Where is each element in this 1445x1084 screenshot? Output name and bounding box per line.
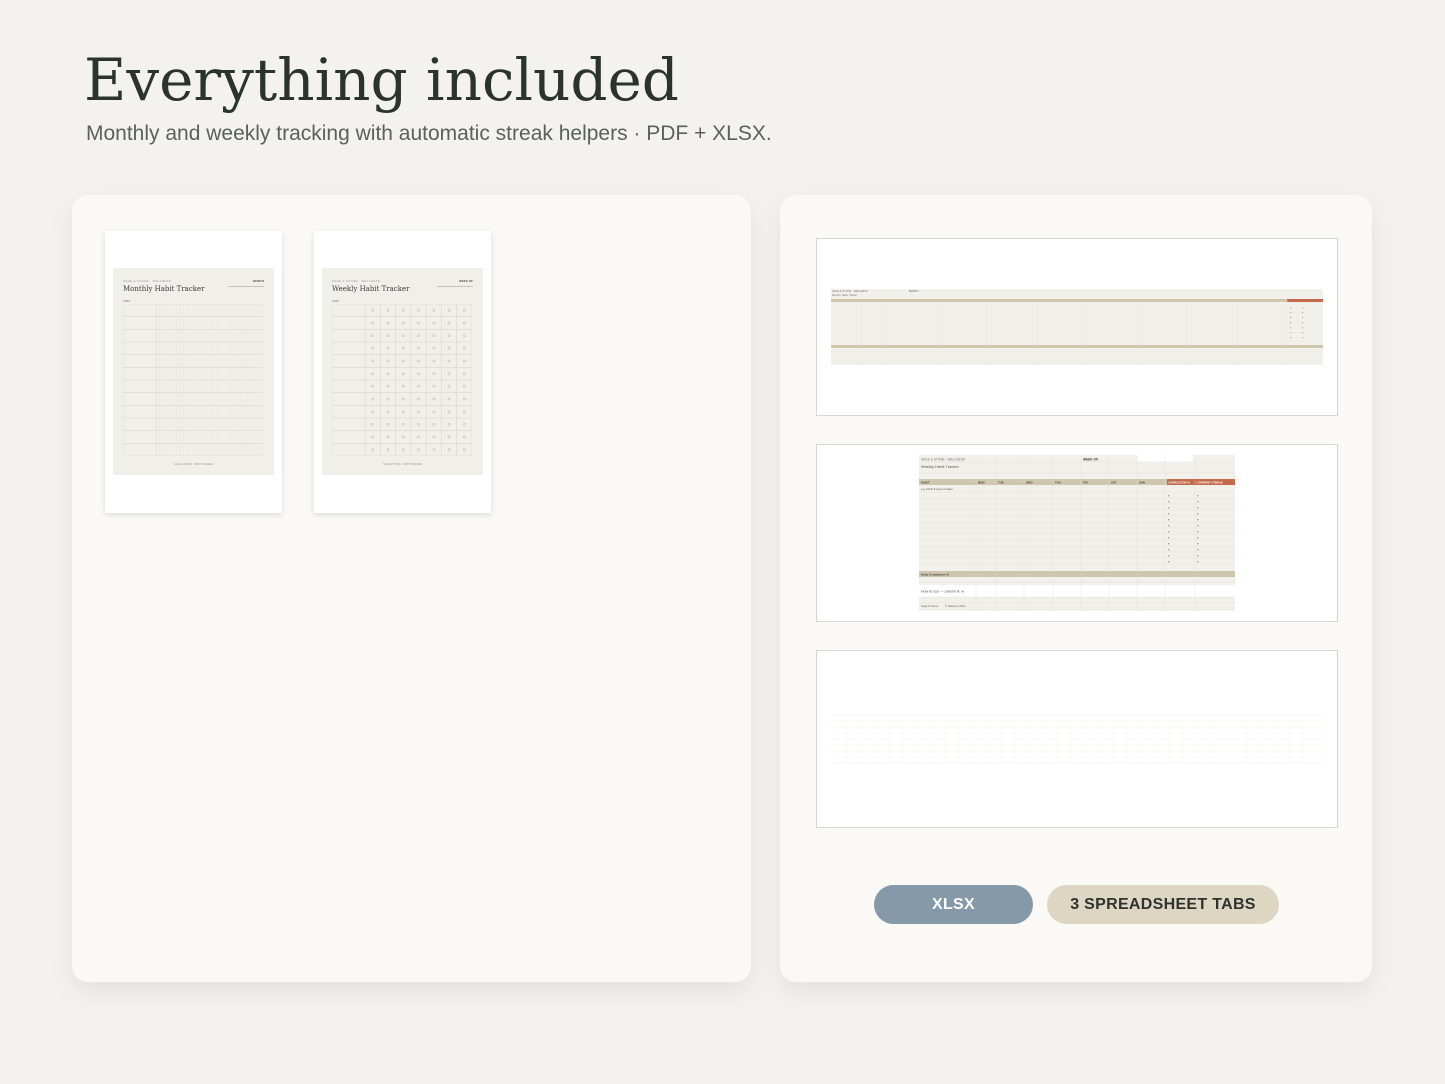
sheet-completion-row: Daily Completion % — [921, 573, 949, 577]
pdf-page-content: SAGE & STONE · WELLNESS WEEK OF Weekly H… — [322, 268, 483, 475]
monthly-sheet-preview: SAGE & STONE · WELLNESS Monthly Habit Tr… — [831, 289, 1323, 365]
sheet-title: Weekly Habit Tracker — [921, 464, 960, 469]
pdf-page-weekly[interactable]: SAGE & STONE · WELLNESS WEEK OF Weekly H… — [314, 231, 491, 513]
page-title: Everything included — [84, 46, 679, 114]
pdf-habit-header: HABIT — [123, 300, 131, 303]
pdf-brand: SAGE & STONE · WELLNESS — [332, 279, 381, 283]
sheet-brand: SAGE & STONE · WELLNESS — [832, 289, 868, 293]
sheet-col-streak: CURRENT STREAK — [1197, 481, 1223, 485]
pdf-tag: MONTH — [253, 279, 264, 283]
sheet-col-wed: WED — [1026, 481, 1033, 485]
sheet-col-thu: THU — [1055, 481, 1061, 485]
pdf-page-monthly[interactable]: SAGE & STONE · WELLNESS MONTH Monthly Ha… — [105, 231, 282, 513]
sheet-col-tue: TUE — [998, 481, 1004, 485]
sheet-footer-left: Sage & Stone — [921, 604, 939, 608]
sheet-week-label: WEEK OF: — [1083, 458, 1099, 462]
pdf-rule — [228, 286, 264, 287]
sheet-first-habit: e.g. Drink 8 cups of water — [921, 487, 953, 491]
pdf-title: Monthly Habit Tracker — [123, 285, 205, 293]
pdf-title: Weekly Habit Tracker — [332, 285, 410, 293]
pdf-rule — [437, 286, 473, 287]
sheet-month-label: MONTH — [909, 289, 919, 293]
sheet-col-habit: HABIT — [921, 481, 930, 485]
pdf-brand: SAGE & STONE · WELLNESS — [123, 279, 172, 283]
pdf-page-content: SAGE & STONE · WELLNESS MONTH Monthly Ha… — [113, 268, 274, 475]
sheet-col-completion: COMPLETION % — [1168, 481, 1190, 485]
pdf-footer: SAGE & STONE · HABIT TRACKER — [383, 463, 422, 466]
pdf-habit-header: HABIT — [332, 300, 340, 303]
sheet-col-sun: SUN — [1139, 481, 1145, 485]
monthly-grid — [123, 304, 263, 456]
spreadsheet-tab-streaks[interactable] — [816, 650, 1338, 828]
spreadsheet-tab-weekly[interactable]: SAGE & STONE · WELLNESS Weekly Habit Tra… — [816, 444, 1338, 622]
pdf-footer: SAGE & STONE · HABIT TRACKER — [174, 463, 213, 466]
sheet-how-to: How to use — column A: w — [921, 590, 964, 594]
weekly-sheet-preview: SAGE & STONE · WELLNESS Weekly Habit Tra… — [919, 455, 1235, 611]
pdf-tag: WEEK OF — [459, 279, 473, 283]
weekly-grid — [332, 304, 472, 456]
pdf-preview-panel: SAGE & STONE · WELLNESS MONTH Monthly Ha… — [72, 195, 751, 982]
sheet-title: Monthly Habit Tracker — [832, 293, 857, 297]
xlsx-format-badge: XLSX — [874, 885, 1033, 924]
spreadsheet-tab-monthly[interactable]: SAGE & STONE · WELLNESS Monthly Habit Tr… — [816, 238, 1338, 416]
sheet-col-sat: SAT — [1111, 481, 1117, 485]
sheet-col-fri: FRI — [1083, 481, 1088, 485]
spreadsheet-preview-panel: SAGE & STONE · WELLNESS Monthly Habit Tr… — [780, 195, 1372, 982]
sheet-brand: SAGE & STONE · WELLNESS — [921, 458, 965, 462]
page-subtitle: Monthly and weekly tracking with automat… — [86, 122, 772, 145]
spreadsheet-tabs-badge: 3 SPREADSHEET TABS — [1047, 885, 1279, 924]
streak-sheet-preview — [831, 714, 1323, 764]
sheet-footer-right: © Delaney Wigh... — [945, 604, 968, 608]
sheet-col-mon: MON — [978, 481, 985, 485]
